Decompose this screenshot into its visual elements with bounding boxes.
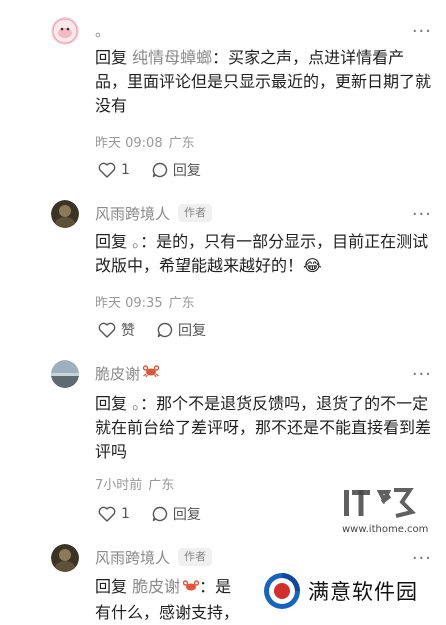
reply-label: 回复	[172, 163, 201, 179]
heart-icon	[98, 506, 116, 522]
comment-meta: 7小时前 广东	[95, 474, 174, 493]
heart-icon	[98, 322, 116, 338]
more-options-icon[interactable]: ···	[412, 366, 432, 384]
reply-prefix: 回复	[95, 394, 133, 413]
username[interactable]: 脆皮谢	[95, 363, 140, 384]
speech-bubble-icon	[152, 162, 168, 178]
speech-bubble-icon	[152, 506, 168, 522]
avatar-image	[51, 17, 79, 45]
comment-meta: 昨天 09:35 广东	[95, 292, 195, 311]
avatar[interactable]	[51, 360, 79, 388]
username[interactable]: 风雨跨境人	[95, 547, 170, 568]
reply-button[interactable]: 回复	[152, 160, 201, 180]
avatar[interactable]	[51, 200, 79, 228]
comment-header: 风雨跨境人 作者	[95, 545, 213, 569]
comment-body: 回复 。：那个不是退货反馈吗，退货了的不一定就在前台给了差评呀，那不还是不能直接…	[95, 392, 435, 464]
heart-icon	[98, 162, 116, 178]
like-button[interactable]: 1	[98, 162, 130, 178]
comment-actions: 1 回复	[98, 504, 201, 524]
comment-actions: 赞 回复	[98, 320, 206, 340]
avatar-image	[51, 200, 79, 228]
timestamp: 昨天 09:08	[95, 136, 163, 151]
comment-actions: 1 回复	[98, 160, 201, 180]
reply-target[interactable]: 。	[132, 232, 140, 251]
avatar[interactable]	[51, 544, 79, 572]
reply-target[interactable]: 脆皮谢	[132, 577, 180, 596]
comment-meta: 昨天 09:08 广东	[95, 132, 195, 151]
mysoft-logo-icon	[264, 573, 300, 609]
comment-text: ：那个不是退货反馈吗，退货了的不一定就在前台给了差评呀，那不还是不能直接看到差评…	[95, 394, 432, 461]
comment-text: ：是的，只有一部分显示，目前正在测试改版中，希望能越来越好的！	[95, 232, 429, 275]
location: 广东	[168, 296, 195, 311]
comment-text: ：是	[199, 577, 232, 596]
timestamp: 昨天 09:35	[95, 296, 163, 311]
location: 广东	[148, 478, 175, 493]
reply-prefix: 回复	[95, 48, 133, 67]
username[interactable]: 。	[95, 20, 110, 41]
comment-body: 回复 纯情母蟑螂：买家之声，点进详情看产品，里面评论但是只显示最近的，更新日期了…	[95, 46, 435, 118]
location: 广东	[168, 136, 195, 151]
reply-button[interactable]: 回复	[152, 504, 201, 524]
reply-prefix: 回复	[95, 577, 133, 596]
reply-label: 回复	[172, 507, 201, 523]
username[interactable]: 风雨跨境人	[95, 203, 170, 224]
comment-header: 脆皮谢	[95, 361, 160, 385]
crab-icon	[142, 365, 160, 381]
like-count: 1	[121, 162, 130, 178]
reply-button[interactable]: 回复	[157, 320, 206, 340]
reply-label: 回复	[178, 323, 206, 339]
mysoft-watermark: 满意软件园	[262, 568, 446, 614]
avatar-image	[51, 544, 79, 572]
timestamp: 7小时前	[95, 478, 143, 493]
crab-icon	[182, 580, 200, 596]
ithome-watermark: www.ithome.com	[340, 482, 440, 542]
author-badge: 作者	[178, 548, 213, 566]
ithome-url: www.ithome.com	[342, 524, 429, 535]
like-button[interactable]: 1	[98, 506, 130, 522]
author-badge: 作者	[178, 204, 213, 222]
comment-header: 风雨跨境人 作者	[95, 201, 213, 225]
reply-target[interactable]: 。	[132, 394, 140, 413]
comment-body: 回复 。：是的，只有一部分显示，目前正在测试改版中，希望能越来越好的！😂	[95, 230, 435, 278]
more-options-icon[interactable]: ···	[412, 23, 432, 41]
avatar-image	[51, 360, 79, 388]
reply-target[interactable]: 纯情母蟑螂	[132, 48, 212, 67]
comment-header: 。	[95, 18, 110, 42]
like-count: 1	[121, 506, 130, 522]
avatar[interactable]	[51, 17, 79, 45]
like-button[interactable]: 赞	[98, 320, 135, 340]
mysoft-text: 满意软件园	[308, 580, 418, 604]
laughing-emoji: 😂	[303, 256, 322, 275]
more-options-icon[interactable]: ···	[412, 550, 432, 568]
more-options-icon[interactable]: ···	[412, 206, 432, 224]
speech-bubble-icon	[157, 322, 173, 338]
like-label: 赞	[121, 323, 135, 339]
reply-prefix: 回复	[95, 232, 133, 251]
